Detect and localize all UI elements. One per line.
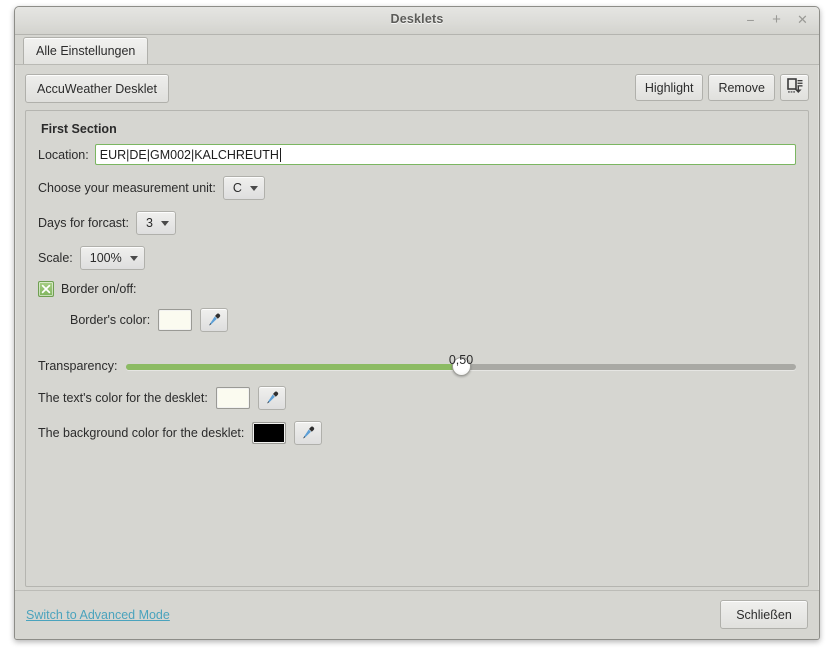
- desklets-settings-window: Desklets − + ✕ Alle Einstellungen AccuWe…: [14, 6, 820, 640]
- scale-row: Scale: 100%: [38, 246, 796, 270]
- text-color-row: The text's color for the desklet:: [38, 386, 796, 410]
- switch-advanced-mode-link[interactable]: Switch to Advanced Mode: [26, 608, 170, 622]
- window-titlebar: Desklets − + ✕: [15, 7, 819, 35]
- background-color-label: The background color for the desklet:: [38, 426, 245, 440]
- slider-track-fill: [126, 364, 461, 370]
- tab-alle-einstellungen[interactable]: Alle Einstellungen: [23, 37, 149, 64]
- window-footer: Switch to Advanced Mode Schließen: [15, 590, 819, 639]
- settings-content-panel: First Section Location: EUR|DE|GM002|KAL…: [25, 110, 809, 587]
- location-label: Location:: [38, 147, 89, 162]
- background-color-row: The background color for the desklet:: [38, 421, 796, 445]
- window-controls: − + ✕: [743, 11, 810, 28]
- close-button[interactable]: Schließen: [720, 600, 808, 629]
- desklet-actions: Highlight Remove: [634, 74, 809, 101]
- location-input[interactable]: EUR|DE|GM002|KALCHREUTH: [94, 144, 796, 165]
- border-color-picker-button[interactable]: [200, 308, 229, 332]
- transparency-value: 0,50: [448, 353, 474, 367]
- transparency-row: Transparency: 0,50: [38, 343, 796, 377]
- chevron-down-icon: [160, 220, 169, 226]
- transparency-label: Transparency:: [38, 359, 118, 373]
- section-title: First Section: [41, 122, 117, 136]
- location-input-value: EUR|DE|GM002|KALCHREUTH: [99, 147, 279, 162]
- chevron-down-icon: [129, 255, 138, 261]
- download-desklets-button[interactable]: [780, 74, 809, 101]
- maximize-icon[interactable]: +: [769, 11, 784, 28]
- transparency-slider[interactable]: 0,50: [126, 353, 796, 377]
- measurement-unit-value: C: [232, 181, 242, 195]
- text-color-swatch[interactable]: [215, 387, 250, 409]
- remove-button[interactable]: Remove: [708, 74, 775, 101]
- eyedropper-icon: [209, 313, 221, 326]
- background-color-swatch[interactable]: [252, 422, 287, 444]
- desklet-download-icon: [786, 77, 804, 98]
- border-toggle-label: Border on/off:: [61, 282, 137, 296]
- eyedropper-icon: [303, 426, 315, 439]
- text-color-label: The text's color for the desklet:: [38, 391, 208, 405]
- location-row: Location: EUR|DE|GM002|KALCHREUTH: [38, 144, 796, 165]
- desklet-header-row: AccuWeather Desklet Highlight Remove: [15, 65, 819, 111]
- scale-select[interactable]: 100%: [79, 246, 145, 270]
- measurement-unit-select[interactable]: C: [222, 176, 265, 200]
- text-caret: [279, 147, 281, 162]
- text-color-picker-button[interactable]: [257, 386, 286, 410]
- scale-label: Scale:: [38, 251, 73, 265]
- eyedropper-icon: [266, 391, 278, 404]
- minimize-icon[interactable]: −: [743, 11, 758, 28]
- border-toggle-row: Border on/off:: [38, 281, 796, 297]
- desklet-name-button[interactable]: AccuWeather Desklet: [25, 74, 169, 103]
- forecast-days-select[interactable]: 3: [136, 211, 176, 235]
- background-color-picker-button[interactable]: [294, 421, 323, 445]
- window-title: Desklets: [390, 12, 444, 26]
- measurement-unit-row: Choose your measurement unit: C: [38, 176, 796, 200]
- border-color-swatch[interactable]: [158, 309, 193, 331]
- border-color-label: Border's color:: [70, 313, 151, 327]
- border-color-row: Border's color:: [70, 308, 796, 332]
- scale-value: 100%: [89, 251, 122, 265]
- forecast-days-label: Days for forcast:: [38, 216, 129, 230]
- chevron-down-icon: [249, 185, 258, 191]
- tab-strip: Alle Einstellungen: [15, 35, 819, 65]
- highlight-button[interactable]: Highlight: [634, 74, 704, 101]
- forecast-days-value: 3: [146, 216, 153, 230]
- close-icon[interactable]: ✕: [795, 11, 810, 28]
- check-mark-icon: [41, 284, 51, 294]
- border-toggle-checkbox[interactable]: [38, 281, 54, 297]
- measurement-unit-label: Choose your measurement unit:: [38, 181, 216, 195]
- forecast-days-row: Days for forcast: 3: [38, 211, 796, 235]
